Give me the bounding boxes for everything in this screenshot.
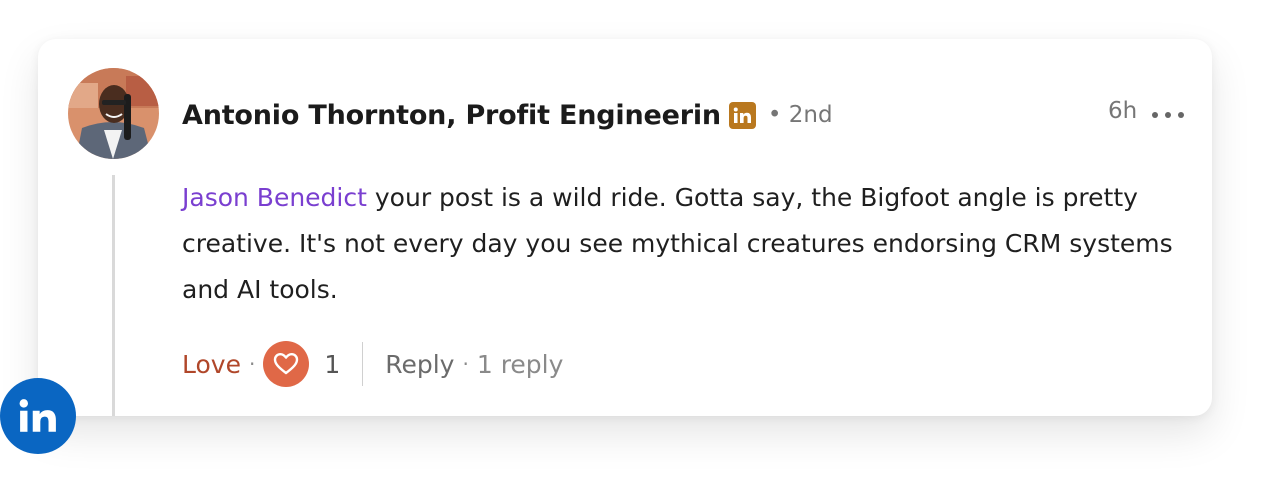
dot bbox=[1152, 112, 1158, 118]
separator-dot: · bbox=[462, 352, 469, 376]
comment-text: Jason Benedict your post is a wild ride.… bbox=[182, 175, 1182, 313]
reaction-count[interactable]: 1 bbox=[324, 350, 340, 379]
linkedin-logo-icon bbox=[0, 378, 76, 454]
heart-icon[interactable] bbox=[263, 341, 310, 387]
divider bbox=[362, 342, 364, 386]
linkedin-icon bbox=[728, 101, 756, 129]
dot bbox=[1178, 112, 1184, 118]
timestamp: 6h bbox=[1108, 98, 1138, 124]
comment-actions: Love · 1 Reply · 1 reply bbox=[182, 340, 563, 388]
connection-degree: • 2nd bbox=[767, 102, 833, 128]
replies-count-link[interactable]: 1 reply bbox=[477, 350, 564, 379]
reply-button[interactable]: Reply bbox=[385, 350, 454, 379]
author-name[interactable]: Antonio Thornton, Profit Engineerin bbox=[182, 100, 721, 131]
separator-dot: · bbox=[248, 352, 256, 376]
thread-line bbox=[112, 175, 115, 416]
mention-link[interactable]: Jason Benedict bbox=[182, 183, 367, 212]
avatar[interactable] bbox=[68, 68, 159, 159]
more-options-icon[interactable] bbox=[1152, 104, 1184, 126]
love-reaction-button[interactable]: Love bbox=[182, 350, 241, 379]
author-row: Antonio Thornton, Profit Engineerin • 2n… bbox=[182, 95, 833, 135]
dot bbox=[1165, 112, 1171, 118]
